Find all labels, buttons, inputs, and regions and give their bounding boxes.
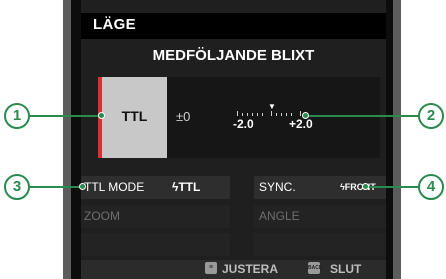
exit-label: SLUT — [330, 262, 362, 276]
scale-pointer-icon: ▼ — [268, 102, 276, 111]
ttl-mode-setting-value: ϟTTL — [172, 180, 201, 194]
callout-line-1 — [25, 115, 102, 117]
ttl-mode-label: TTL — [121, 108, 148, 124]
ttl-mode-setting-label: TTL MODE — [84, 180, 145, 194]
scale-tick — [257, 113, 258, 116]
empty-setting-slot — [254, 233, 386, 256]
adjust-label: JUSTERA — [222, 262, 279, 276]
callout-1: 1 — [4, 103, 30, 129]
section-title: MEDFÖLJANDE BLIXT — [152, 47, 315, 64]
scale-tick — [300, 111, 301, 116]
scale-tick — [247, 113, 248, 116]
callout-3: 3 — [4, 174, 30, 200]
adjust-icon: ≡ — [205, 262, 217, 274]
menu-title: LÄGE — [93, 16, 136, 33]
callout-4: 4 — [418, 174, 444, 200]
flash-compensation-value: ±0 — [176, 109, 191, 124]
scale-max-label: +2.0 — [289, 117, 313, 131]
scale-tick — [281, 113, 282, 116]
scale-tick — [276, 113, 277, 116]
callout-dot-4 — [362, 183, 369, 190]
callout-dot-1 — [98, 112, 105, 119]
zoom-setting-label: ZOOM — [84, 209, 120, 223]
scale-tick — [252, 113, 253, 116]
scale-tick — [271, 111, 272, 116]
scale-min-label: -2.0 — [233, 117, 254, 131]
callout-dot-2 — [302, 112, 309, 119]
angle-setting-label: ANGLE — [259, 209, 300, 223]
back-icon[interactable]: BACK — [308, 262, 322, 274]
scale-tick — [286, 113, 287, 116]
callout-line-2 — [305, 115, 420, 117]
scale-tick — [237, 111, 238, 116]
scale-tick — [262, 113, 263, 116]
scale-tick — [242, 113, 243, 116]
callout-line-4 — [366, 186, 420, 188]
scale-tick — [291, 113, 292, 116]
callout-dot-3 — [79, 183, 86, 190]
callout-line-3 — [25, 186, 83, 188]
sync-setting-label: SYNC. — [259, 180, 296, 194]
callout-2: 2 — [418, 103, 444, 129]
empty-setting-slot — [81, 233, 230, 256]
